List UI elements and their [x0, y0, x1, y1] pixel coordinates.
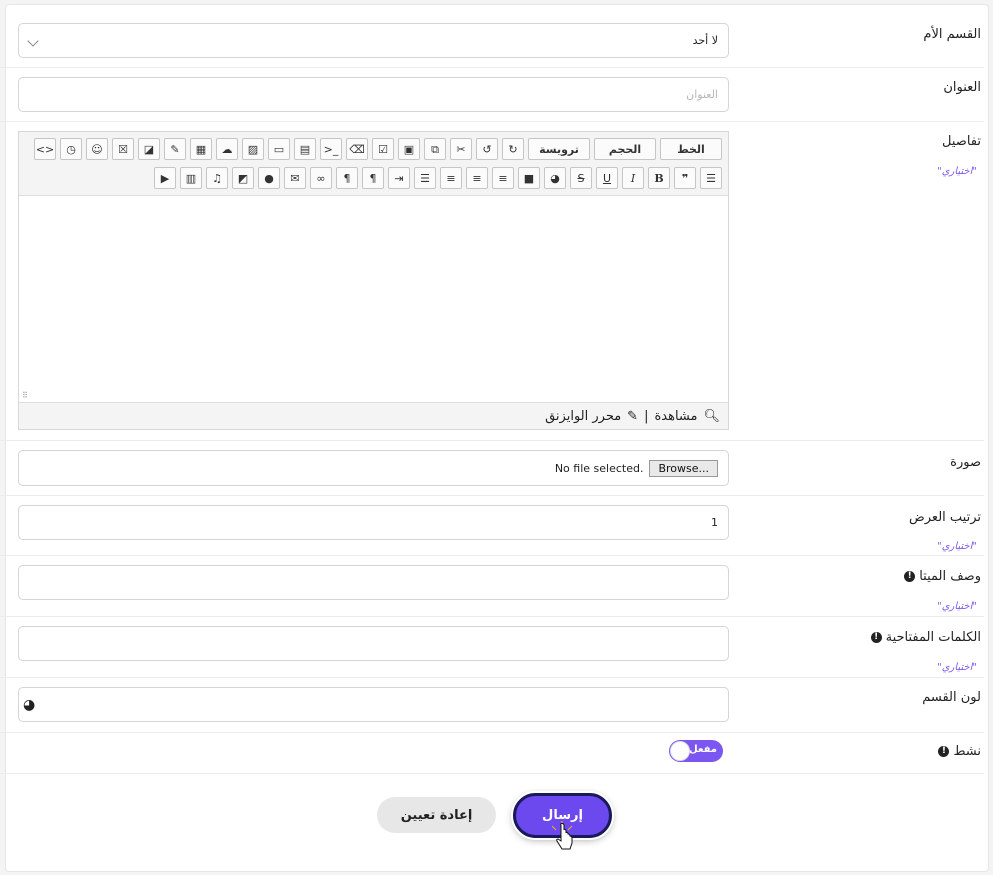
display-order-optional-note: "اختياري" [937, 541, 977, 552]
parent-category-select[interactable]: لا أحد [18, 23, 729, 58]
details-label: تفاصيل [942, 134, 981, 149]
palette-icon[interactable]: ◕ [23, 697, 35, 713]
edit-square-icon[interactable]: ◪ [138, 138, 160, 160]
info-icon[interactable]: ! [938, 746, 950, 757]
italic-icon[interactable]: I [622, 167, 644, 189]
code-terminal-icon[interactable]: >_ [320, 138, 342, 160]
link-icon[interactable]: ∞ [310, 167, 332, 189]
upload-cloud-icon[interactable]: ☁ [216, 138, 238, 160]
editor-footer: 🔍︎ مشاهدة | ✎ محرر الوايزنق [19, 402, 728, 429]
pen-icon[interactable]: ✎ [164, 138, 186, 160]
source-code-icon[interactable]: <> [34, 138, 56, 160]
redo-icon[interactable]: ↻ [502, 138, 524, 160]
display-order-value: 1 [711, 516, 718, 529]
music-icon[interactable]: ♫ [206, 167, 228, 189]
external-image-icon[interactable]: ◩ [232, 167, 254, 189]
resize-handle-icon[interactable]: ⠿ [22, 391, 28, 400]
file-icon[interactable]: ▤ [294, 138, 316, 160]
select-all-icon[interactable]: ☑ [372, 138, 394, 160]
toolbar-row-2: ☰ ❞ B I U S ◕ ■ ≡ ≡ ≡ ☰ ⇥ ¶ ¶ ∞ ✉ ● ◩ ♫ … [154, 167, 722, 189]
info-icon[interactable]: ! [870, 632, 882, 643]
cut-icon[interactable]: ✂ [450, 138, 472, 160]
keywords-optional-note: "اختياري" [937, 662, 977, 673]
heading-dropdown[interactable]: ترويسة [528, 138, 590, 160]
toggle-knob [670, 741, 690, 761]
category-color-label: لون القسم [922, 690, 981, 705]
size-dropdown[interactable]: الحجم [594, 138, 656, 160]
active-toggle[interactable]: مفعل [669, 740, 723, 762]
rtl-paragraph-icon[interactable]: ¶ [362, 167, 384, 189]
parent-category-value: لا أحد [692, 34, 718, 47]
youtube-icon[interactable]: ▶ [154, 167, 176, 189]
info-icon[interactable]: ! [904, 571, 916, 582]
font-dropdown[interactable]: الخط [660, 138, 722, 160]
image-label: صورة [950, 455, 981, 470]
archive-icon[interactable]: ▦ [190, 138, 212, 160]
display-order-input[interactable]: 1 [18, 505, 729, 540]
toggle-label: مفعل [689, 744, 717, 755]
bold-icon[interactable]: B [648, 167, 670, 189]
image-file-input[interactable]: No file selected. Browse... [18, 450, 729, 486]
paste-icon[interactable]: ▣ [398, 138, 420, 160]
edit-icon[interactable]: ✎ [627, 409, 638, 424]
meta-description-input[interactable] [18, 565, 729, 600]
palette-icon[interactable]: ◕ [544, 167, 566, 189]
eraser-icon[interactable]: ⌫ [346, 138, 368, 160]
comment-icon[interactable]: ● [258, 167, 280, 189]
ltr-paragraph-icon[interactable]: ¶ [336, 167, 358, 189]
wysiwyg-link[interactable]: محرر الوايزنق [545, 409, 621, 424]
align-justify-icon[interactable]: ☰ [414, 167, 436, 189]
editor-content-area[interactable]: ⠿ [19, 196, 728, 402]
browse-button[interactable]: Browse... [649, 459, 718, 477]
box-icon[interactable]: ▭ [268, 138, 290, 160]
meta-description-optional-note: "اختياري" [937, 601, 977, 612]
search-icon[interactable]: 🔍︎ [703, 409, 720, 424]
file-status: No file selected. [554, 461, 644, 475]
video-clapper-icon[interactable]: ▥ [180, 167, 202, 189]
hand-cursor-icon [552, 821, 573, 850]
underline-icon[interactable]: U [596, 167, 618, 189]
active-label: نشط! [938, 744, 981, 759]
edit-box-icon[interactable]: ☒ [112, 138, 134, 160]
email-icon[interactable]: ✉ [284, 167, 306, 189]
undo-icon[interactable]: ↺ [476, 138, 498, 160]
toolbar-row-1: الخط الحجم ترويسة ↻ ↺ ✂ ⧉ ▣ ☑ ⌫ >_ ▤ ▭ ▨… [34, 138, 722, 160]
meta-description-label: وصف الميتا! [904, 569, 981, 584]
history-icon[interactable]: ◷ [60, 138, 82, 160]
editor-toolbar: الخط الحجم ترويسة ↻ ↺ ✂ ⧉ ▣ ☑ ⌫ >_ ▤ ▭ ▨… [19, 132, 728, 196]
align-right-icon[interactable]: ≡ [492, 167, 514, 189]
blockquote-icon[interactable]: ❞ [674, 167, 696, 189]
parent-category-label: القسم الأم [923, 27, 981, 42]
preview-link[interactable]: مشاهدة [654, 409, 697, 424]
category-color-input[interactable]: ◕ [18, 687, 729, 722]
display-order-label: ترتيب العرض [909, 510, 981, 525]
reset-button[interactable]: إعادة تعيين [377, 797, 496, 833]
details-optional-note: "اختياري" [937, 166, 977, 177]
title-input[interactable]: العنوان [18, 77, 729, 112]
title-label: العنوان [943, 80, 981, 95]
footer-separator: | [644, 408, 649, 424]
align-center-icon[interactable]: ≡ [466, 167, 488, 189]
keywords-label: الكلمات المفتاحية! [870, 630, 981, 645]
keywords-input[interactable] [18, 626, 729, 661]
align-left-icon[interactable]: ≡ [440, 167, 462, 189]
smiley-icon[interactable]: ☺ [86, 138, 108, 160]
title-placeholder: العنوان [686, 88, 718, 101]
rich-text-editor: الخط الحجم ترويسة ↻ ↺ ✂ ⧉ ▣ ☑ ⌫ >_ ▤ ▭ ▨… [18, 131, 729, 430]
chevron-down-icon [27, 35, 39, 47]
strikethrough-icon[interactable]: S [570, 167, 592, 189]
image-icon[interactable]: ▨ [242, 138, 264, 160]
list-icon[interactable]: ☰ [700, 167, 722, 189]
background-color-icon[interactable]: ■ [518, 167, 540, 189]
indent-icon[interactable]: ⇥ [388, 167, 410, 189]
row-active [0, 733, 984, 774]
copy-icon[interactable]: ⧉ [424, 138, 446, 160]
